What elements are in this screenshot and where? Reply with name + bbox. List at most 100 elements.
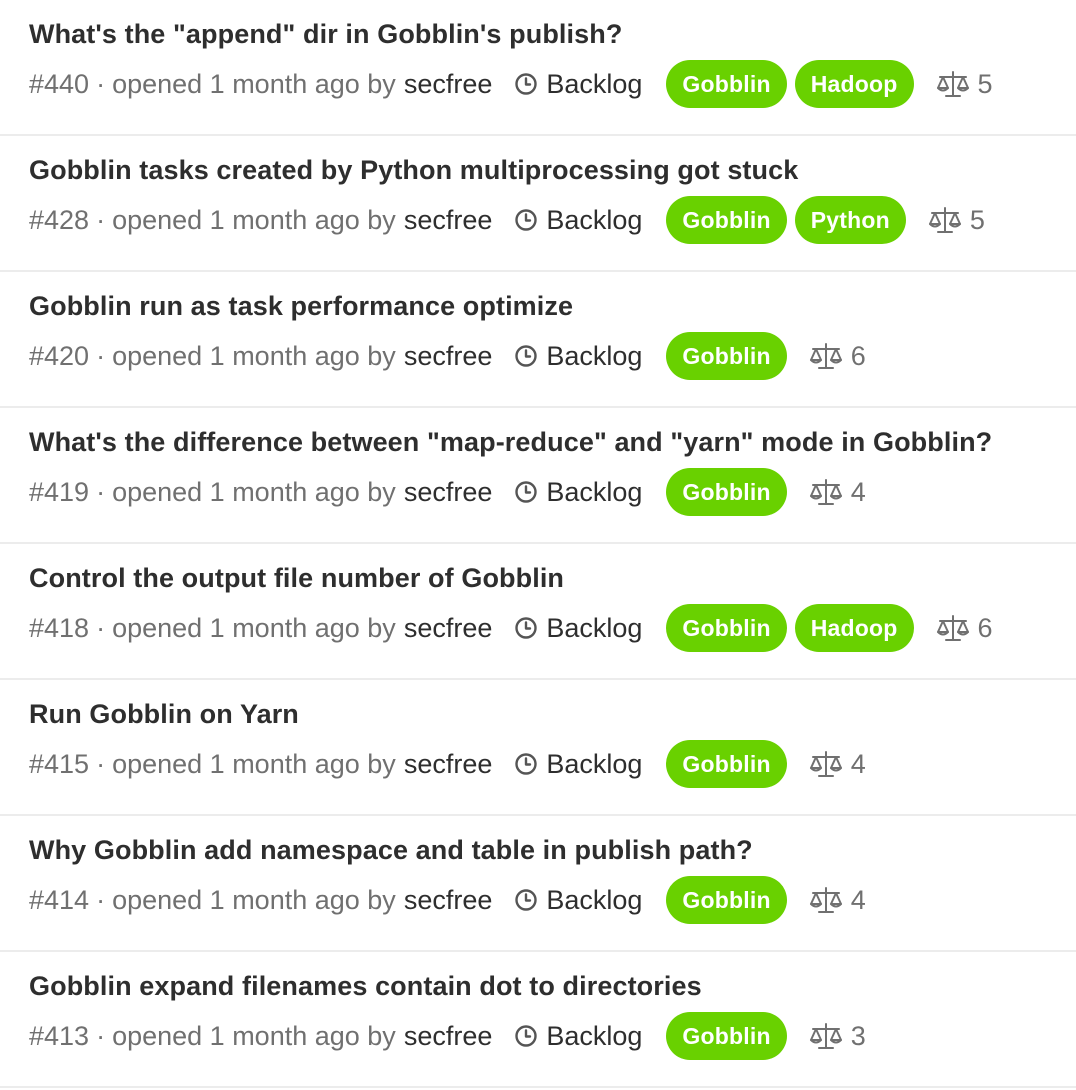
milestone-link[interactable]: Backlog [514, 738, 642, 790]
issue-reference[interactable]: #418 [29, 602, 89, 654]
issue-title-link[interactable]: Gobblin expand filenames contain dot to … [29, 968, 1076, 1004]
issue-labels: Gobblin Python [666, 196, 913, 244]
label-pill[interactable]: Gobblin [666, 1012, 787, 1060]
issue-title-link[interactable]: Why Gobblin add namespace and table in p… [29, 832, 1076, 868]
issue-meta: #414 · opened 1 month ago by secfree Bac… [29, 874, 1076, 926]
weight-value: 5 [977, 69, 993, 99]
opened-text: opened 1 month ago by [112, 885, 396, 915]
opened-text: opened 1 month ago by [112, 613, 396, 643]
issue-title-link[interactable]: Gobblin run as task performance optimize [29, 288, 1076, 324]
milestone-link[interactable]: Backlog [514, 602, 642, 654]
meta-separator: · [96, 69, 106, 99]
issue-row: Control the output file number of Gobbli… [0, 544, 1076, 680]
issue-title-link[interactable]: Gobblin tasks created by Python multipro… [29, 152, 1076, 188]
label-pill[interactable]: Gobblin [666, 740, 787, 788]
issue-row: What's the difference between "map-reduc… [0, 408, 1076, 544]
label-pill[interactable]: Gobblin [666, 332, 787, 380]
milestone-label: Backlog [546, 885, 643, 915]
milestone-label: Backlog [546, 69, 643, 99]
author-link[interactable]: secfree [404, 466, 493, 518]
milestone-label: Backlog [546, 205, 643, 235]
issue-meta: #415 · opened 1 month ago by secfree Bac… [29, 738, 1076, 790]
issue-meta: #428 · opened 1 month ago by secfree Bac… [29, 194, 1076, 246]
scale-icon [809, 343, 842, 369]
meta-separator: · [96, 885, 106, 915]
milestone-link[interactable]: Backlog [514, 194, 642, 246]
issue-title-link[interactable]: Control the output file number of Gobbli… [29, 560, 1076, 596]
weight-value: 4 [850, 749, 866, 779]
issue-reference[interactable]: #414 [29, 874, 89, 926]
issue-row: What's the "append" dir in Gobblin's pub… [0, 0, 1076, 136]
milestone-link[interactable]: Backlog [514, 330, 642, 382]
issue-weight: 4 [809, 466, 866, 518]
author-link[interactable]: secfree [404, 1010, 493, 1062]
meta-separator: · [96, 613, 106, 643]
issue-meta: #413 · opened 1 month ago by secfree Bac… [29, 1010, 1076, 1062]
milestone-label: Backlog [546, 477, 643, 507]
issue-labels: Gobblin Hadoop [666, 604, 921, 652]
issue-meta: #440 · opened 1 month ago by secfree Bac… [29, 58, 1076, 110]
author-link[interactable]: secfree [404, 58, 493, 110]
author-link[interactable]: secfree [404, 738, 493, 790]
issue-row: Gobblin tasks created by Python multipro… [0, 136, 1076, 272]
weight-value: 4 [850, 885, 866, 915]
issue-reference[interactable]: #415 [29, 738, 89, 790]
issue-reference[interactable]: #440 [29, 58, 89, 110]
label-pill[interactable]: Hadoop [794, 60, 914, 108]
milestone-label: Backlog [546, 613, 643, 643]
scale-icon [936, 615, 969, 641]
clock-icon [515, 889, 538, 911]
label-pill[interactable]: Gobblin [666, 60, 787, 108]
milestone-link[interactable]: Backlog [514, 58, 642, 110]
issue-reference[interactable]: #428 [29, 194, 89, 246]
issue-weight: 4 [809, 874, 866, 926]
milestone-link[interactable]: Backlog [514, 1010, 642, 1062]
label-pill[interactable]: Gobblin [666, 468, 787, 516]
scale-icon [809, 751, 842, 777]
opened-text: opened 1 month ago by [112, 69, 396, 99]
issue-meta: #418 · opened 1 month ago by secfree Bac… [29, 602, 1076, 654]
clock-icon [515, 209, 538, 231]
issue-title-link[interactable]: What's the difference between "map-reduc… [29, 424, 1076, 460]
author-link[interactable]: secfree [404, 602, 493, 654]
milestone-label: Backlog [546, 341, 643, 371]
author-link[interactable]: secfree [404, 874, 493, 926]
issue-row: Why Gobblin add namespace and table in p… [0, 816, 1076, 952]
issue-labels: Gobblin [666, 332, 794, 380]
opened-text: opened 1 month ago by [112, 749, 396, 779]
label-pill[interactable]: Gobblin [666, 604, 787, 652]
milestone-link[interactable]: Backlog [514, 466, 642, 518]
issue-labels: Gobblin [666, 468, 794, 516]
author-link[interactable]: secfree [404, 194, 493, 246]
issue-title-link[interactable]: Run Gobblin on Yarn [29, 696, 1076, 732]
issue-row: Run Gobblin on Yarn #415 · opened 1 mont… [0, 680, 1076, 816]
label-pill[interactable]: Gobblin [666, 876, 787, 924]
scale-icon [809, 479, 842, 505]
issue-row: Gobblin run as task performance optimize… [0, 272, 1076, 408]
label-pill[interactable]: Python [794, 196, 906, 244]
issue-weight: 3 [809, 1010, 866, 1062]
opened-text: opened 1 month ago by [112, 205, 396, 235]
issue-weight: 6 [809, 330, 866, 382]
scale-icon [809, 887, 842, 913]
label-pill[interactable]: Hadoop [794, 604, 914, 652]
weight-value: 5 [969, 205, 985, 235]
author-link[interactable]: secfree [404, 330, 493, 382]
issue-title-link[interactable]: What's the "append" dir in Gobblin's pub… [29, 16, 1076, 52]
issue-weight: 4 [809, 738, 866, 790]
issue-reference[interactable]: #413 [29, 1010, 89, 1062]
issue-labels: Gobblin [666, 740, 794, 788]
scale-icon [809, 1023, 842, 1049]
clock-icon [515, 617, 538, 639]
meta-separator: · [96, 1021, 106, 1051]
scale-icon [928, 207, 961, 233]
opened-text: opened 1 month ago by [112, 341, 396, 371]
milestone-label: Backlog [546, 749, 643, 779]
issue-reference[interactable]: #420 [29, 330, 89, 382]
issue-labels: Gobblin [666, 876, 794, 924]
issue-reference[interactable]: #419 [29, 466, 89, 518]
weight-value: 4 [850, 477, 866, 507]
label-pill[interactable]: Gobblin [666, 196, 787, 244]
weight-value: 3 [850, 1021, 866, 1051]
milestone-link[interactable]: Backlog [514, 874, 642, 926]
